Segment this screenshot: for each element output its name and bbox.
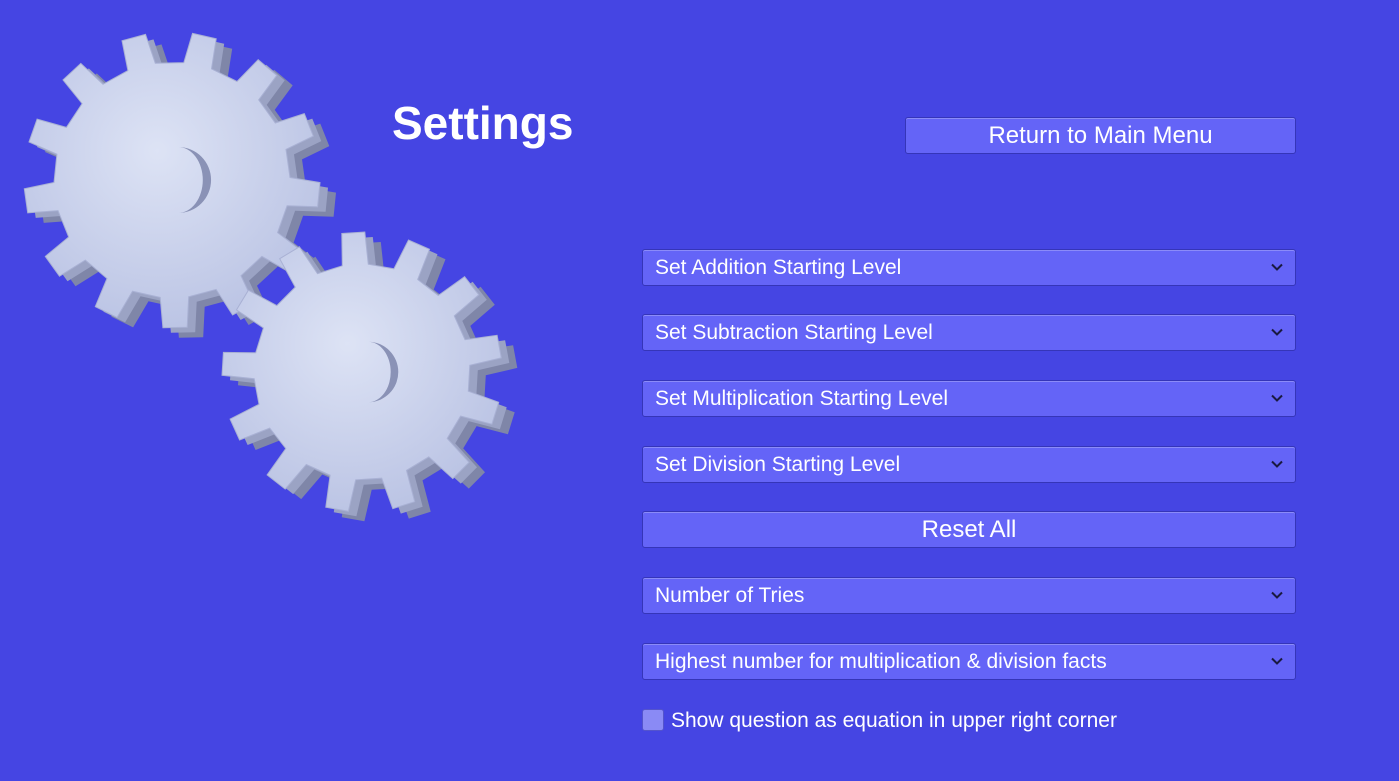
dropdown-label: Number of Tries <box>655 584 805 607</box>
chevron-down-icon <box>1271 263 1283 271</box>
dropdown-label: Set Division Starting Level <box>655 453 901 476</box>
equation-checkbox-label[interactable]: Show question as equation in upper right… <box>671 709 1117 733</box>
reset-all-button[interactable]: Reset All <box>642 511 1296 548</box>
dropdown-label: Highest number for multiplication & divi… <box>655 650 1107 673</box>
division-level-dropdown[interactable]: Set Division Starting Level <box>642 446 1296 483</box>
reset-button-label: Reset All <box>921 516 1017 543</box>
chevron-down-icon <box>1271 657 1283 665</box>
addition-level-dropdown[interactable]: Set Addition Starting Level <box>642 249 1296 286</box>
equation-checkbox[interactable] <box>642 709 664 731</box>
gear-large-icon <box>23 32 337 338</box>
dropdown-label: Set Subtraction Starting Level <box>655 321 933 344</box>
dropdown-label: Set Multiplication Starting Level <box>655 387 948 410</box>
dropdown-label: Set Addition Starting Level <box>655 256 902 279</box>
chevron-down-icon <box>1271 460 1283 468</box>
return-button-label: Return to Main Menu <box>988 122 1213 149</box>
return-to-main-menu-button[interactable]: Return to Main Menu <box>905 117 1296 154</box>
highest-number-dropdown[interactable]: Highest number for multiplication & divi… <box>642 643 1296 680</box>
subtraction-level-dropdown[interactable]: Set Subtraction Starting Level <box>642 314 1296 351</box>
gears-icon <box>23 32 518 522</box>
chevron-down-icon <box>1271 591 1283 599</box>
chevron-down-icon <box>1271 394 1283 402</box>
chevron-down-icon <box>1271 328 1283 336</box>
page-title: Settings <box>392 97 574 149</box>
multiplication-level-dropdown[interactable]: Set Multiplication Starting Level <box>642 380 1296 417</box>
number-of-tries-dropdown[interactable]: Number of Tries <box>642 577 1296 614</box>
